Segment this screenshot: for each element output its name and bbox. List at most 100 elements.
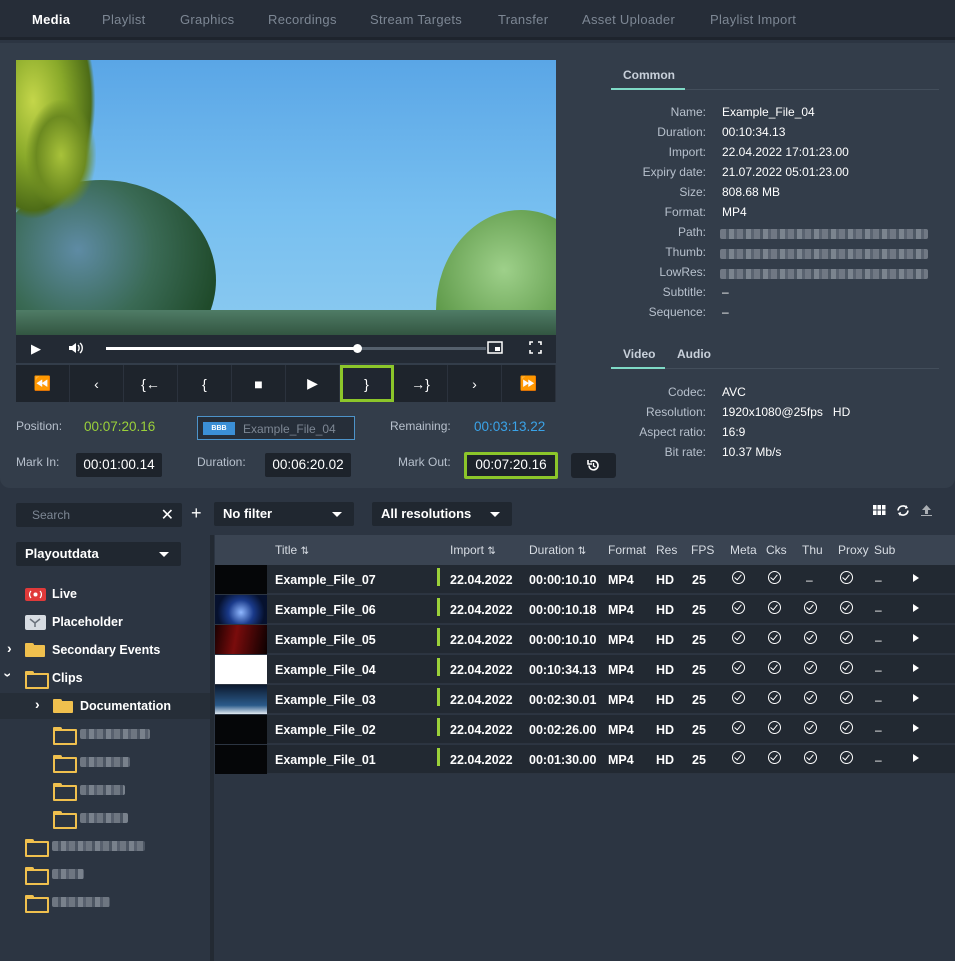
tab-audio[interactable]: Audio	[677, 347, 711, 361]
column-format[interactable]: Format	[608, 543, 646, 557]
filter-dropdown[interactable]: No filter	[214, 502, 354, 526]
column-res[interactable]: Res	[656, 543, 677, 557]
tree-item-redacted[interactable]	[0, 805, 210, 831]
tab-video[interactable]: Video	[623, 347, 655, 361]
column-proxy[interactable]: Proxy	[838, 543, 869, 557]
column-cks[interactable]: Cks	[766, 543, 787, 557]
play-icon[interactable]	[913, 694, 919, 702]
redacted-folder-name	[52, 897, 110, 907]
tree-item-redacted[interactable]	[0, 889, 210, 915]
folder-icon	[25, 839, 49, 857]
add-icon[interactable]: +	[191, 503, 202, 524]
mark-out-field[interactable]: 00:07:20.16	[464, 452, 558, 479]
cell-format: MP4	[608, 603, 634, 617]
picture-in-picture-icon[interactable]	[487, 341, 503, 358]
table-row[interactable]: Example_File_03 22.04.2022 00:02:30.01 MP4 H…	[215, 685, 955, 714]
root-dropdown[interactable]: Playoutdata	[16, 542, 181, 566]
table-row[interactable]: Example_File_05 22.04.2022 00:00:10.10 MP4 H…	[215, 625, 955, 654]
play-icon[interactable]: ▶	[31, 341, 41, 357]
mark-in-field[interactable]: 00:01:00.14	[76, 453, 162, 477]
tree-item-redacted[interactable]	[0, 833, 210, 859]
position-value: 00:07:20.16	[84, 419, 156, 434]
placeholder-icon	[25, 615, 46, 630]
root-value: Playoutdata	[25, 546, 99, 561]
table-row[interactable]: Example_File_06 22.04.2022 00:00:10.18 MP4 H…	[215, 595, 955, 624]
go-to-mark-out-button[interactable]: →}	[394, 365, 448, 402]
resolution-dropdown[interactable]: All resolutions	[372, 502, 512, 526]
tab-media[interactable]: Media	[32, 12, 70, 27]
info-label: LowRes:	[659, 265, 706, 279]
table-row[interactable]: Example_File_02 22.04.2022 00:02:26.00 MP4 H…	[215, 715, 955, 744]
grid-view-icon[interactable]	[873, 504, 886, 519]
column-import[interactable]: Import ⇅	[450, 543, 496, 557]
upload-icon[interactable]	[921, 504, 932, 519]
tab-recordings[interactable]: Recordings	[268, 12, 337, 27]
column-fps[interactable]: FPS	[691, 543, 714, 557]
tree-item-redacted[interactable]	[0, 861, 210, 887]
play-icon[interactable]	[913, 634, 919, 642]
column-title[interactable]: Title ⇅	[275, 543, 309, 557]
tree-item-secondary-events[interactable]: › Secondary Events	[0, 637, 210, 663]
cell-res: HD	[656, 603, 675, 617]
column-sub[interactable]: Sub	[874, 543, 895, 557]
set-mark-in-button[interactable]: {	[178, 365, 232, 402]
seek-handle[interactable]	[352, 344, 362, 353]
tree-item-redacted[interactable]	[0, 777, 210, 803]
go-to-mark-in-button[interactable]: {←	[124, 365, 178, 402]
divider	[685, 89, 939, 90]
tab-transfer[interactable]: Transfer	[498, 12, 548, 27]
tree-item-placeholder[interactable]: Placeholder	[0, 609, 210, 635]
sync-icon[interactable]	[895, 504, 911, 520]
tree-item-redacted[interactable]	[0, 749, 210, 775]
table-row[interactable]: Example_File_07 22.04.2022 00:00:10.10 MP4 H…	[215, 565, 955, 594]
folder-icon	[53, 811, 77, 829]
chevron-right-icon[interactable]: ›	[7, 640, 12, 656]
row-thumbnail	[215, 625, 267, 654]
column-meta[interactable]: Meta	[730, 543, 757, 557]
status-bar	[437, 718, 440, 736]
step-back-button[interactable]: ‹	[70, 365, 124, 402]
tab-common[interactable]: Common	[623, 68, 675, 82]
step-forward-button[interactable]: ›	[448, 365, 502, 402]
video-scene	[26, 100, 96, 210]
info-value: 10.37 Mb/s	[722, 445, 782, 459]
tree-item-redacted[interactable]	[0, 721, 210, 747]
video-preview[interactable]	[16, 60, 556, 335]
table-row[interactable]: Example_File_04 22.04.2022 00:10:34.13 MP4 H…	[215, 655, 955, 684]
sort-icon: ⇅	[487, 546, 496, 557]
sidebar-divider[interactable]	[210, 535, 214, 961]
stop-button[interactable]: ■	[232, 365, 286, 402]
clear-search-icon[interactable]: ✕	[161, 505, 174, 525]
chevron-down-icon[interactable]: ›	[0, 673, 16, 678]
tab-stream-targets[interactable]: Stream Targets	[370, 12, 462, 27]
column-duration[interactable]: Duration ⇅	[529, 543, 586, 557]
fullscreen-icon[interactable]	[529, 341, 542, 358]
column-thu[interactable]: Thu	[802, 543, 823, 557]
volume-icon[interactable]	[68, 341, 84, 359]
play-icon[interactable]	[913, 724, 919, 732]
search-input[interactable]: Search ✕	[16, 503, 182, 527]
play-icon[interactable]	[913, 754, 919, 762]
column-label: Import	[450, 543, 485, 557]
play-icon[interactable]	[913, 604, 919, 612]
tab-asset-uploader[interactable]: Asset Uploader	[582, 12, 675, 27]
tab-playlist-import[interactable]: Playlist Import	[710, 12, 796, 27]
fast-rewind-button[interactable]: ⏪	[16, 365, 70, 402]
tab-playlist[interactable]: Playlist	[102, 12, 146, 27]
tree-item-clips[interactable]: › Clips	[0, 665, 210, 691]
play-button[interactable]: ▶	[286, 365, 340, 402]
cell-import: 22.04.2022	[450, 603, 513, 617]
cell-duration: 00:10:34.13	[529, 663, 597, 677]
seek-bar[interactable]	[106, 344, 486, 353]
tree-item-documentation[interactable]: › Documentation	[0, 693, 210, 719]
duration-field[interactable]: 00:06:20.02	[265, 453, 351, 477]
fast-forward-button[interactable]: ⏩	[502, 365, 556, 402]
table-row[interactable]: Example_File_01 22.04.2022 00:01:30.00 MP4 H…	[215, 745, 955, 774]
play-icon[interactable]	[913, 574, 919, 582]
tab-graphics[interactable]: Graphics	[180, 12, 234, 27]
status-bar	[437, 688, 440, 706]
chevron-right-icon[interactable]: ›	[35, 696, 40, 712]
set-mark-out-button[interactable]: }	[340, 365, 394, 402]
tree-item-live[interactable]: Live	[0, 581, 210, 607]
play-icon[interactable]	[913, 664, 919, 672]
